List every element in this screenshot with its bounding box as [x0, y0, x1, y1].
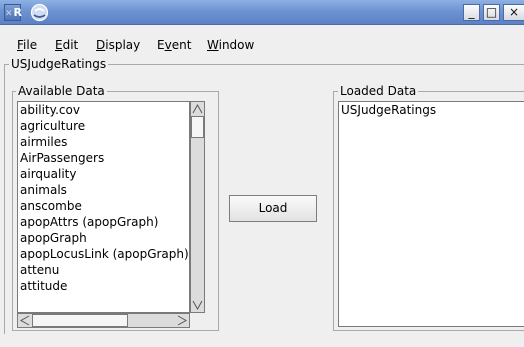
list-item[interactable]: anscombe	[18, 198, 189, 214]
list-item[interactable]: ability.cov	[18, 102, 189, 118]
menu-display-label: isplay	[105, 38, 141, 52]
menu-edit-mnemonic: E	[55, 38, 63, 52]
menu-edit-label: dit	[62, 38, 79, 52]
scroll-right-arrow-icon[interactable]	[175, 314, 189, 327]
menu-event-label-start: E	[157, 38, 165, 52]
available-data-list[interactable]: ability.cov agriculture airmiles AirPass…	[17, 101, 190, 313]
dataset-frame-title: USJudgeRatings	[9, 57, 109, 71]
close-button[interactable]: ×	[503, 4, 524, 21]
menu-display-mnemonic: D	[96, 38, 106, 52]
menu-edit[interactable]: Edit	[55, 36, 78, 54]
list-item[interactable]: apopGraph	[18, 230, 189, 246]
menu-bar: File Edit Display Event Window	[0, 36, 524, 54]
list-item[interactable]: apopAttrs (apopGraph)	[18, 214, 189, 230]
list-item[interactable]: agriculture	[18, 118, 189, 134]
scroll-up-arrow-icon[interactable]	[191, 102, 204, 116]
load-button[interactable]: Load	[229, 195, 317, 222]
list-item[interactable]: airquality	[18, 166, 189, 182]
menu-event-mnemonic: v	[164, 38, 172, 52]
list-item[interactable]: USJudgeRatings	[339, 102, 524, 118]
minimize-button[interactable]: _	[463, 4, 480, 21]
horizontal-scroll-thumb[interactable]	[32, 314, 128, 327]
scroll-left-arrow-icon[interactable]	[18, 314, 32, 327]
menu-display[interactable]: Display	[96, 36, 140, 54]
menu-file[interactable]: File	[17, 36, 37, 54]
list-item[interactable]: airmiles	[18, 134, 189, 150]
window-menu-icon[interactable]	[30, 3, 49, 22]
available-list-horizontal-scrollbar[interactable]	[17, 313, 190, 328]
list-item[interactable]: AirPassengers	[18, 150, 189, 166]
scroll-down-arrow-icon[interactable]	[191, 298, 204, 312]
app-icon[interactable]: ✕R	[4, 4, 23, 21]
maximize-button[interactable]: □	[483, 4, 500, 21]
menu-file-label: ile	[23, 38, 38, 52]
loaded-data-list[interactable]: USJudgeRatings	[338, 101, 524, 327]
menu-event-label: ent	[171, 38, 192, 52]
menu-window-label: indow	[218, 38, 255, 52]
menu-event[interactable]: Event	[157, 36, 191, 54]
menu-window-mnemonic: W	[207, 38, 219, 52]
list-item[interactable]: attenu	[18, 262, 189, 278]
available-list-vertical-scrollbar[interactable]	[190, 101, 205, 313]
loaded-data-title: Loaded Data	[338, 84, 419, 98]
title-bar[interactable]: ✕R _ □ ×	[0, 0, 524, 25]
menu-window[interactable]: Window	[207, 36, 254, 54]
app-icon-label: R	[13, 6, 23, 19]
vertical-scroll-thumb[interactable]	[191, 116, 204, 138]
list-item[interactable]: attitude	[18, 278, 189, 294]
available-data-title: Available Data	[16, 84, 107, 98]
list-item[interactable]: apopLocusLink (apopGraph)	[18, 246, 189, 262]
list-item[interactable]: animals	[18, 182, 189, 198]
